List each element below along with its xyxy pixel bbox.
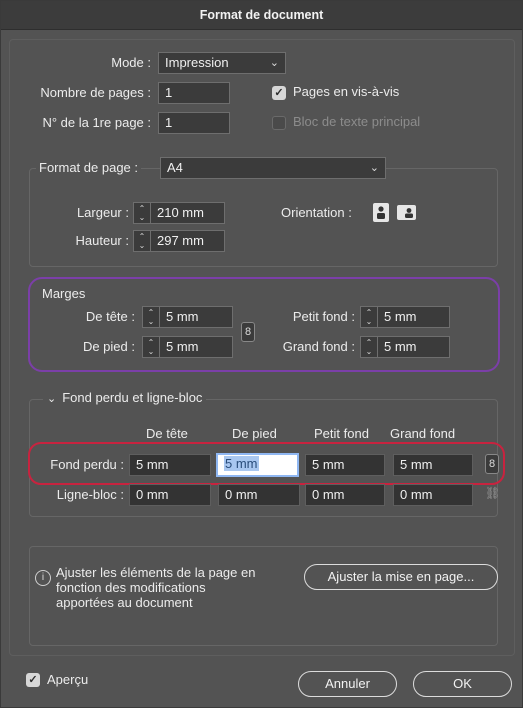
width-input[interactable]: 210 mm	[150, 202, 225, 224]
margins-title: Marges	[42, 286, 86, 301]
primary-text-frame-label: Bloc de texte principal	[293, 114, 421, 129]
primary-text-frame-checkbox[interactable]	[272, 116, 286, 130]
chain-link-icon[interactable]: 8	[485, 454, 499, 474]
facing-pages-checkbox[interactable]: ✓	[272, 86, 286, 100]
first-page-label: N° de la 1re page :	[42, 115, 151, 130]
bleed-top-input[interactable]: 5 mm	[129, 454, 211, 476]
portrait-icon[interactable]	[373, 203, 389, 222]
slug-outside-input[interactable]: 0 mm	[393, 484, 473, 506]
info-icon: i	[35, 570, 51, 586]
broken-link-icon[interactable]: ⛓	[485, 486, 500, 504]
page-size-label: Format de page :	[36, 157, 141, 179]
adjust-layout-button[interactable]: Ajuster la mise en page...	[304, 564, 498, 590]
orientation-label: Orientation :	[281, 205, 352, 220]
preview-checkbox[interactable]: ✓	[26, 673, 40, 687]
bleed-section-title: Fond perdu et ligne-bloc	[62, 390, 203, 405]
cancel-button[interactable]: Annuler	[298, 671, 397, 697]
chevron-down-icon: ⌄	[369, 162, 379, 174]
pages-input[interactable]: 1	[158, 82, 230, 104]
height-label: Hauteur :	[75, 233, 129, 248]
bleed-outside-input[interactable]: 5 mm	[393, 454, 473, 476]
margin-top-stepper[interactable]: ⌃ ⌄	[142, 306, 159, 328]
chevron-down-icon: ⌄	[47, 393, 57, 405]
margin-inside-stepper[interactable]: ⌃ ⌄	[360, 306, 377, 328]
chain-link-icon[interactable]: 8	[241, 322, 255, 342]
slug-label: Ligne-bloc :	[56, 487, 124, 502]
bleed-inside-input[interactable]: 5 mm	[305, 454, 385, 476]
page-size-value: A4	[167, 160, 183, 175]
margin-inside-label: Petit fond :	[292, 309, 355, 324]
margin-outside-label: Grand fond :	[282, 339, 355, 354]
slug-top-input[interactable]: 0 mm	[129, 484, 211, 506]
slug-bottom-input[interactable]: 0 mm	[218, 484, 300, 506]
mode-select[interactable]: Impression ⌄	[158, 52, 286, 74]
bleed-section-header[interactable]: ⌄ Fond perdu et ligne-bloc	[43, 387, 207, 410]
margin-bottom-stepper[interactable]: ⌃ ⌄	[142, 336, 159, 358]
slug-inside-input[interactable]: 0 mm	[305, 484, 385, 506]
margin-top-label: De tête :	[85, 309, 135, 324]
chevron-down-icon: ⌄	[269, 57, 279, 69]
adjust-info-line1: Ajuster les éléments de la page en	[56, 565, 256, 580]
landscape-icon[interactable]	[397, 205, 416, 220]
bleed-bottom-value: 5 mm	[224, 456, 259, 471]
pages-label: Nombre de pages :	[40, 85, 151, 100]
bleed-bottom-input[interactable]: 5 mm	[216, 453, 299, 477]
height-input[interactable]: 297 mm	[150, 230, 225, 252]
height-stepper[interactable]: ⌃ ⌄	[133, 230, 150, 252]
margin-inside-input[interactable]: 5 mm	[377, 306, 450, 328]
adjust-info-line2: fonction des modifications	[56, 580, 206, 595]
preview-label: Aperçu	[47, 672, 89, 687]
dialog-title: Format de document	[1, 1, 522, 30]
mode-label: Mode :	[111, 55, 151, 70]
facing-pages-label: Pages en vis-à-vis	[293, 84, 400, 99]
page-size-select[interactable]: A4 ⌄	[160, 157, 386, 179]
adjust-info-line3: apportées au document	[56, 595, 193, 610]
bleed-label: Fond perdu :	[50, 457, 124, 472]
margin-bottom-label: De pied :	[82, 339, 135, 354]
margin-bottom-input[interactable]: 5 mm	[159, 336, 233, 358]
mode-value: Impression	[165, 55, 229, 70]
margin-top-input[interactable]: 5 mm	[159, 306, 233, 328]
margin-outside-input[interactable]: 5 mm	[377, 336, 450, 358]
margin-outside-stepper[interactable]: ⌃ ⌄	[360, 336, 377, 358]
ok-button[interactable]: OK	[413, 671, 512, 697]
document-setup-dialog: Format de document Mode : Impression ⌄ N…	[0, 0, 523, 708]
first-page-input[interactable]: 1	[158, 112, 230, 134]
width-label: Largeur :	[76, 205, 129, 220]
width-stepper[interactable]: ⌃ ⌄	[133, 202, 150, 224]
